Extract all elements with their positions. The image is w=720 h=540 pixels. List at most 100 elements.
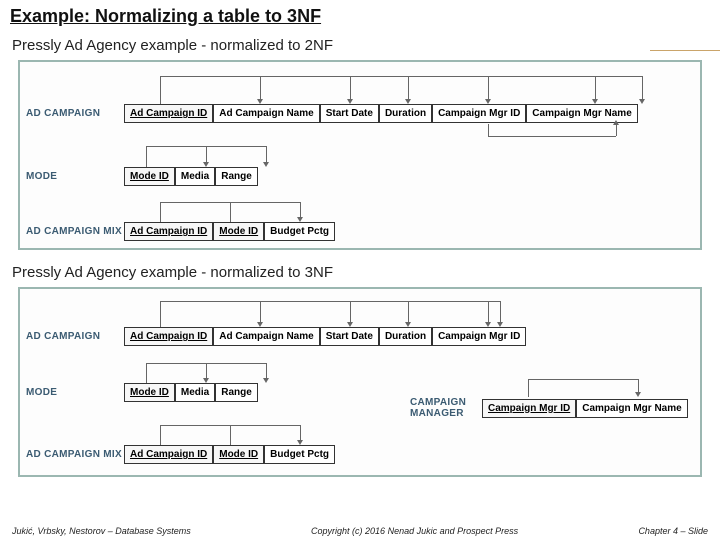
fd-line (160, 202, 300, 203)
fd-line (160, 301, 500, 302)
col: Duration (379, 327, 432, 346)
col: Campaign Mgr ID (432, 327, 526, 346)
fd-line (488, 124, 489, 136)
fd-line (528, 379, 529, 397)
col: Ad Campaign Name (213, 104, 319, 123)
col: Mode ID (124, 167, 175, 186)
arrow-icon (485, 99, 491, 104)
fd-line (260, 301, 261, 323)
tablename-mode: MODE (26, 171, 124, 182)
arrow-icon (613, 120, 619, 125)
fd-line (350, 301, 351, 323)
arrow-icon (203, 378, 209, 383)
fd-line (408, 301, 409, 323)
row-mix-2nf: AD CAMPAIGN MIX Ad Campaign ID Mode ID B… (26, 222, 335, 241)
fd-line (616, 124, 617, 136)
col: Start Date (320, 104, 379, 123)
col: Budget Pctg (264, 222, 335, 241)
fd-line (146, 146, 147, 167)
row-mgr-3nf: CAMPAIGN MANAGER Campaign Mgr ID Campaig… (410, 397, 688, 419)
col: Mode ID (213, 222, 264, 241)
row-mode-3nf: MODE Mode ID Media Range (26, 383, 258, 402)
col: Ad Campaign ID (124, 445, 213, 464)
row-adcampaign-2nf: AD CAMPAIGN Ad Campaign ID Ad Campaign N… (26, 104, 638, 123)
tablename-adcampaign: AD CAMPAIGN (26, 108, 124, 119)
fd-line (160, 76, 161, 104)
arrow-icon (257, 99, 263, 104)
fd-line (206, 363, 207, 379)
fd-line (300, 425, 301, 441)
fd-line (488, 76, 489, 100)
col: Duration (379, 104, 432, 123)
arrow-icon (263, 162, 269, 167)
tablename-adcampaign: AD CAMPAIGN (26, 331, 124, 342)
col: Ad Campaign ID (124, 222, 213, 241)
fd-line (488, 136, 616, 137)
fd-line (500, 301, 501, 323)
col: Campaign Mgr ID (482, 399, 576, 418)
fd-line (160, 76, 642, 77)
col: Start Date (320, 327, 379, 346)
arrow-icon (347, 322, 353, 327)
arrow-icon (635, 392, 641, 397)
fd-line (300, 202, 301, 218)
fd-line (160, 425, 300, 426)
row-mix-3nf: AD CAMPAIGN MIX Ad Campaign ID Mode ID B… (26, 445, 335, 464)
footer-center: Copyright (c) 2016 Nenad Jukic and Prosp… (311, 526, 518, 536)
fd-line (266, 146, 267, 163)
arrow-icon (592, 99, 598, 104)
fd-line (160, 202, 161, 222)
fd-line (638, 379, 639, 393)
arrow-icon (347, 99, 353, 104)
arrow-icon (405, 322, 411, 327)
arrow-icon (263, 378, 269, 383)
footer-right: Chapter 4 – Slide (638, 526, 708, 536)
arrow-icon (297, 217, 303, 222)
tablename-mgr: CAMPAIGN MANAGER (410, 397, 482, 419)
col: Ad Campaign ID (124, 327, 213, 346)
fd-line (408, 76, 409, 100)
row-mode-2nf: MODE Mode ID Media Range (26, 167, 258, 186)
col: Range (215, 383, 258, 402)
arrow-icon (203, 162, 209, 167)
col: Range (215, 167, 258, 186)
fd-line (230, 202, 231, 222)
subtitle-2nf: Pressly Ad Agency example - normalized t… (0, 29, 720, 58)
row-adcampaign-3nf: AD CAMPAIGN Ad Campaign ID Ad Campaign N… (26, 327, 526, 346)
fd-line (350, 76, 351, 100)
col: Campaign Mgr Name (526, 104, 637, 123)
fd-line (488, 301, 489, 323)
fd-line (528, 379, 638, 380)
tablename-mix: AD CAMPAIGN MIX (26, 449, 124, 460)
footer-left: Jukić, Vrbsky, Nestorov – Database Syste… (12, 526, 191, 536)
arrow-icon (405, 99, 411, 104)
arrow-icon (297, 440, 303, 445)
diagram-3nf: AD CAMPAIGN Ad Campaign ID Ad Campaign N… (18, 287, 702, 477)
diagram-2nf: AD CAMPAIGN Ad Campaign ID Ad Campaign N… (18, 60, 702, 250)
col: Campaign Mgr ID (432, 104, 526, 123)
fd-line (266, 363, 267, 379)
arrow-icon (497, 322, 503, 327)
fd-line (160, 301, 161, 327)
col: Ad Campaign Name (213, 327, 319, 346)
col: Media (175, 383, 215, 402)
col: Budget Pctg (264, 445, 335, 464)
fd-line (160, 425, 161, 445)
fd-line (260, 76, 261, 100)
fd-line (595, 76, 596, 100)
col: Media (175, 167, 215, 186)
fd-line (230, 425, 231, 445)
tablename-mode: MODE (26, 387, 124, 398)
fd-line (206, 146, 207, 163)
col: Ad Campaign ID (124, 104, 213, 123)
col: Campaign Mgr Name (576, 399, 687, 418)
slide-title: Example: Normalizing a table to 3NF (0, 0, 720, 29)
fd-line (642, 76, 643, 100)
fd-line (146, 363, 147, 383)
arrow-icon (485, 322, 491, 327)
decor-line (650, 50, 720, 51)
arrow-icon (639, 99, 645, 104)
col: Mode ID (124, 383, 175, 402)
tablename-mix: AD CAMPAIGN MIX (26, 226, 124, 237)
footer: Jukić, Vrbsky, Nestorov – Database Syste… (0, 526, 720, 536)
